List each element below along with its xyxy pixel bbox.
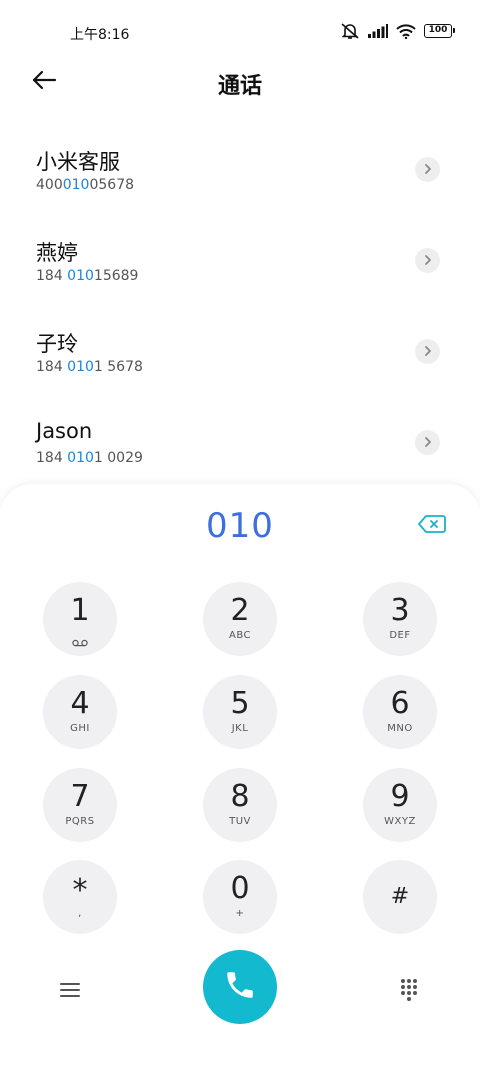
chevron-right-icon <box>423 160 433 179</box>
backspace-button[interactable] <box>418 514 446 534</box>
dial-key-hash[interactable]: # <box>363 860 437 934</box>
contact-name: 燕婷 <box>36 241 78 265</box>
dialed-number[interactable]: 010 <box>0 506 480 546</box>
signal-icon <box>368 24 388 38</box>
call-button[interactable] <box>203 950 277 1024</box>
wifi-icon <box>396 23 416 39</box>
dial-key-5[interactable]: 5 JKL <box>203 675 277 749</box>
contact-detail-button[interactable] <box>415 248 440 273</box>
contact-number: 184 0101 5678 <box>36 359 143 375</box>
chevron-right-icon <box>423 251 433 270</box>
dialpad-panel: 010 1 2 ABC 3 DEF 4 GHI 5 JKL 6 MNO 7 PQ… <box>0 484 480 1066</box>
contact-row[interactable]: 子玲 184 0101 5678 <box>0 310 480 401</box>
contact-number: 40001005678 <box>36 177 135 193</box>
dial-key-6[interactable]: 6 MNO <box>363 675 437 749</box>
mute-bell-icon <box>340 22 360 40</box>
chevron-right-icon <box>423 433 433 452</box>
chevron-right-icon <box>423 342 433 361</box>
dialpad-bottom-bar <box>0 950 480 1030</box>
contact-detail-button[interactable] <box>415 430 440 455</box>
dial-key-8[interactable]: 8 TUV <box>203 768 277 842</box>
dial-key-7[interactable]: 7 PQRS <box>43 768 117 842</box>
page-title: 通话 <box>217 74 262 99</box>
contact-row[interactable]: Jason 184 0101 0029 <box>0 401 480 492</box>
contact-detail-button[interactable] <box>415 339 440 364</box>
voicemail-icon <box>72 632 88 651</box>
battery-icon: 100 <box>424 24 455 38</box>
contact-row[interactable]: 小米客服 40001005678 <box>0 128 480 219</box>
backspace-icon <box>418 515 446 538</box>
status-bar: 上午8:16 100 <box>0 0 480 64</box>
dial-key-3[interactable]: 3 DEF <box>363 582 437 656</box>
dial-key-1[interactable]: 1 <box>43 582 117 656</box>
contact-number: 184 01015689 <box>36 268 139 284</box>
dial-key-2[interactable]: 2 ABC <box>203 582 277 656</box>
contact-name: Jason <box>36 419 93 443</box>
dial-key-0[interactable]: 0 + <box>203 860 277 934</box>
contact-row[interactable]: 燕婷 184 01015689 <box>0 219 480 310</box>
phone-screen: 上午8:16 100 通话 小米客服 40001005678 燕婷 184 01… <box>0 0 480 1066</box>
dial-key-9[interactable]: 9 WXYZ <box>363 768 437 842</box>
dial-key-star[interactable]: * , <box>43 860 117 934</box>
keypad-toggle-button[interactable] <box>399 978 419 1002</box>
contact-list: 小米客服 40001005678 燕婷 184 01015689 子玲 184 … <box>0 128 480 492</box>
dialpad-icon <box>399 979 419 1006</box>
contact-number: 184 0101 0029 <box>36 450 143 466</box>
menu-icon <box>58 983 82 1004</box>
contact-detail-button[interactable] <box>415 157 440 182</box>
contact-name: 小米客服 <box>36 150 120 174</box>
contact-name: 子玲 <box>36 332 78 356</box>
header: 通话 <box>0 64 480 104</box>
phone-icon <box>223 968 257 1006</box>
status-icons: 100 <box>340 22 455 40</box>
dial-key-4[interactable]: 4 GHI <box>43 675 117 749</box>
menu-button[interactable] <box>58 980 82 1000</box>
status-time: 上午8:16 <box>70 27 130 43</box>
